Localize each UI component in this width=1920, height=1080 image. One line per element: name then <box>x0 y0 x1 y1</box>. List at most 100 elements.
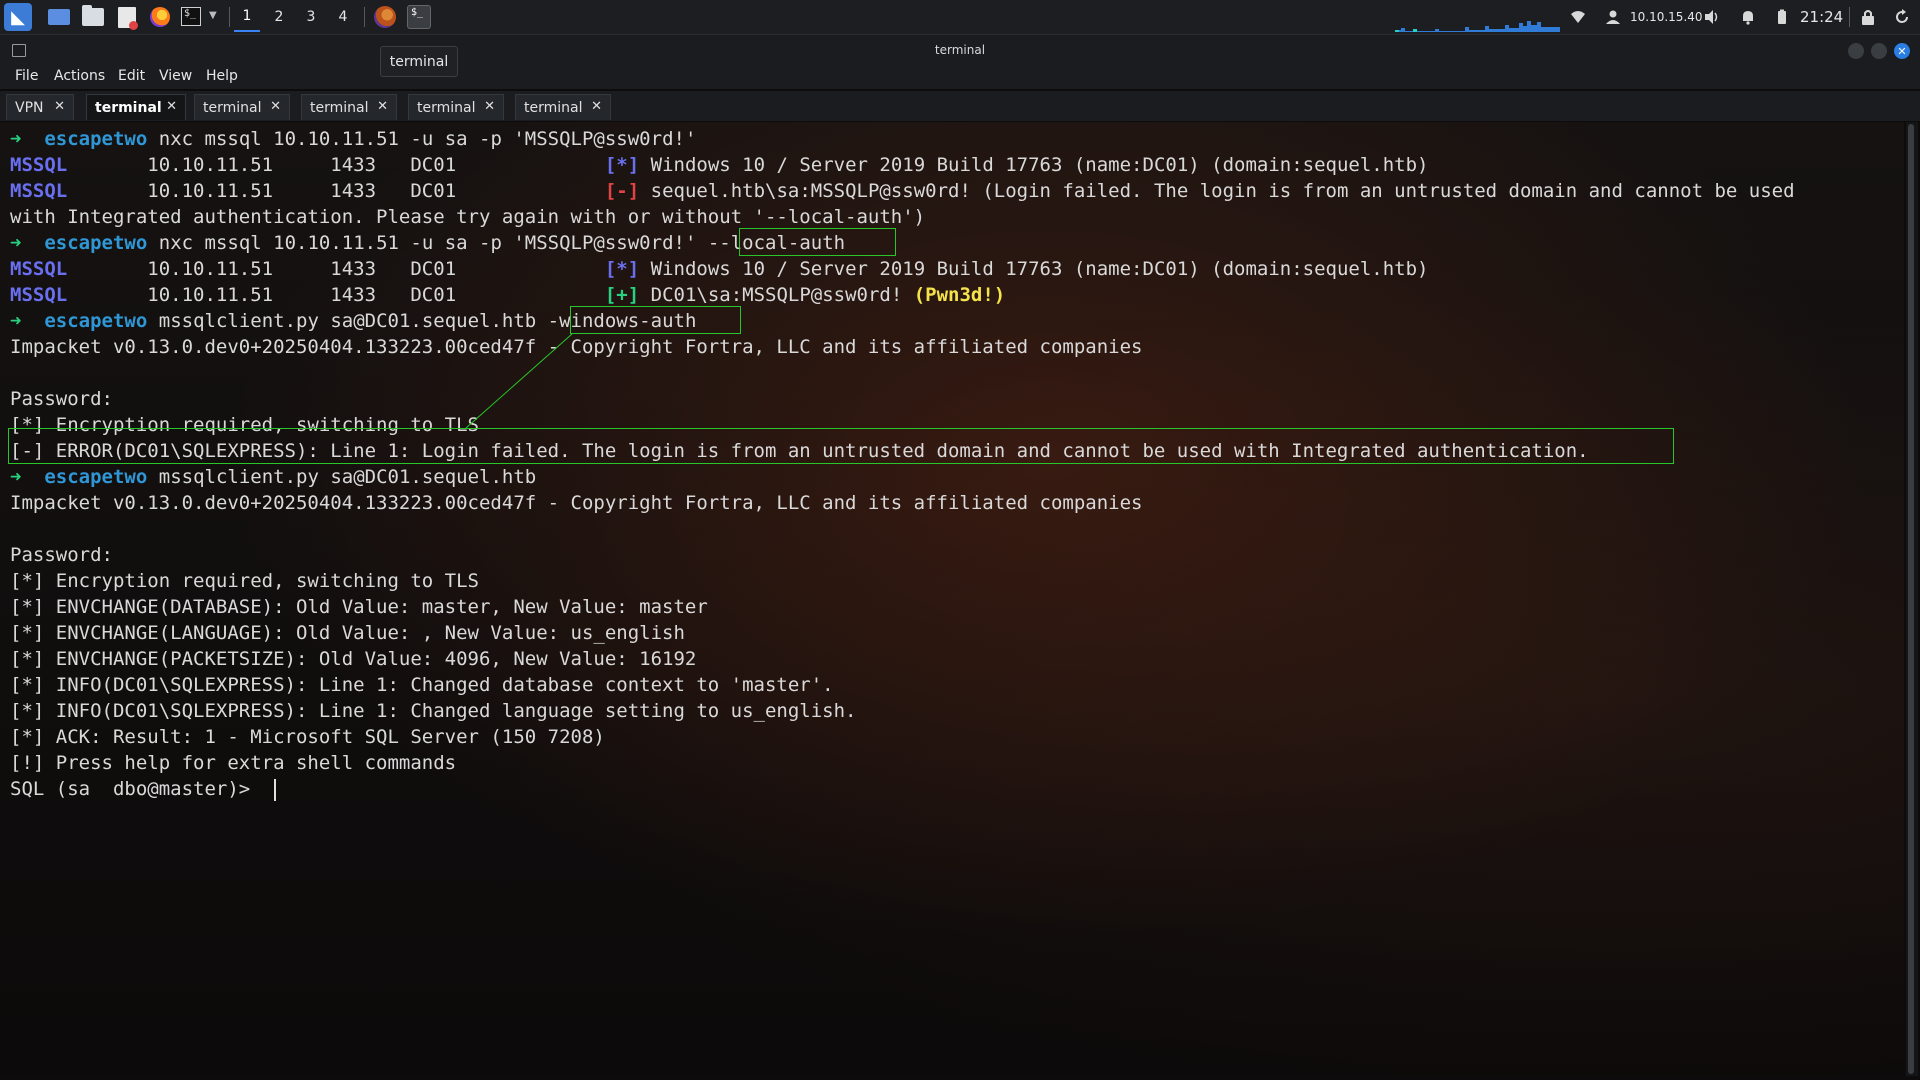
lock-screen-icon[interactable] <box>1860 9 1876 25</box>
output-text: Windows 10 / Server 2019 Build 17763 (na… <box>650 258 1429 280</box>
close-tab-icon[interactable]: ✕ <box>591 99 602 114</box>
terminal-line: MSSQL 10.10.11.51 1433 DC01 [+] DC01\sa:… <box>10 282 1005 308</box>
protocol-label: MSSQL <box>10 258 68 280</box>
kali-menu-icon[interactable]: ◣ <box>4 3 32 31</box>
workspace-1[interactable]: 1 <box>234 2 260 32</box>
terminal-line: Impacket v0.13.0.dev0+20250404.133223.00… <box>10 336 1143 358</box>
chevron-down-icon[interactable]: ▼ <box>209 10 217 21</box>
protocol-label: MSSQL <box>10 180 68 202</box>
taskbar-terminal-icon[interactable]: $_ <box>407 5 431 29</box>
terminal-line: [*] INFO(DC01\SQLEXPRESS): Line 1: Chang… <box>10 700 857 722</box>
terminal-launcher-icon[interactable]: $_ <box>181 7 201 26</box>
close-button[interactable]: ✕ <box>1894 43 1910 59</box>
firefox-icon[interactable] <box>150 7 170 27</box>
status-tag: [*] <box>604 154 640 176</box>
close-tab-icon[interactable]: ✕ <box>484 99 495 114</box>
wifi-icon[interactable] <box>1570 9 1586 25</box>
tab-vpn[interactable]: VPN ✕ <box>6 94 74 120</box>
tab-label: terminal <box>524 99 583 116</box>
text-cursor <box>274 779 276 801</box>
show-desktop-icon[interactable] <box>48 9 70 25</box>
taskbar-firefox-icon[interactable] <box>374 6 396 28</box>
panel-separator <box>364 7 365 27</box>
taskbar-tooltip: terminal <box>380 46 458 77</box>
highlight-error-line <box>8 428 1674 464</box>
tab-terminal-2[interactable]: terminal ✕ <box>194 94 290 120</box>
menu-file[interactable]: File <box>15 68 38 84</box>
battery-icon[interactable] <box>1774 9 1790 25</box>
terminal-line: ➜ escapetwo mssqlclient.py sa@DC01.seque… <box>10 464 536 490</box>
network-graph <box>1395 21 1560 32</box>
terminal-line: ➜ escapetwo nxc mssql 10.10.11.51 -u sa … <box>10 230 845 256</box>
tab-label: terminal <box>417 99 476 116</box>
workspace-2[interactable]: 2 <box>266 2 292 32</box>
panel-separator <box>229 7 230 27</box>
output-text: sequel.htb\sa:MSSQLP@ssw0rd! (Login fail… <box>650 180 1795 202</box>
menu-view[interactable]: View <box>159 68 192 84</box>
prompt-directory: escapetwo <box>44 128 148 150</box>
pwned-badge: (Pwn3d!) <box>913 284 1006 306</box>
prompt-arrow: ➜ <box>10 466 22 488</box>
host-columns: 10.10.11.51 1433 DC01 <box>67 284 605 306</box>
tab-label: terminal <box>203 99 262 116</box>
protocol-label: MSSQL <box>10 154 68 176</box>
host-columns: 10.10.11.51 1433 DC01 <box>67 180 605 202</box>
prompt-directory: escapetwo <box>44 466 148 488</box>
tab-label: terminal <box>95 99 162 116</box>
tab-terminal-4[interactable]: terminal ✕ <box>408 94 504 120</box>
tab-terminal-1[interactable]: terminal ✕ <box>86 94 186 120</box>
status-tag: [*] <box>604 258 640 280</box>
terminal-line: ➜ escapetwo nxc mssql 10.10.11.51 -u sa … <box>10 126 696 152</box>
window-title: terminal <box>934 43 986 57</box>
top-panel: ◣ $_ ▼ 1 2 3 4 $_ 10.10.15.40 21:24 <box>0 0 1920 35</box>
output-text: Windows 10 / Server 2019 Build 17763 (na… <box>650 154 1429 176</box>
panel-clock[interactable]: 21:24 <box>1800 0 1843 34</box>
terminal-line: [*] Encryption required, switching to TL… <box>10 570 479 592</box>
terminal-line: [*] ENVCHANGE(PACKETSIZE): Old Value: 40… <box>10 648 697 670</box>
terminal-line: Password: <box>10 544 113 566</box>
output-text: DC01\sa:MSSQLP@ssw0rd! <box>650 284 914 306</box>
notification-bell-icon[interactable] <box>1740 9 1756 25</box>
ip-address: 10.10.15.40 <box>1630 10 1703 24</box>
tab-terminal-3[interactable]: terminal ✕ <box>301 94 397 120</box>
highlight-local-auth <box>739 228 896 256</box>
workspace-3[interactable]: 3 <box>298 2 324 32</box>
menu-bar <box>0 65 1920 89</box>
terminal-line: with Integrated authentication. Please t… <box>10 206 926 228</box>
panel-separator <box>1849 7 1850 27</box>
command-text: nxc mssql 10.10.11.51 -u sa -p 'MSSQLP@s… <box>158 128 697 150</box>
terminal-line: MSSQL 10.10.11.51 1433 DC01 [*] Windows … <box>10 152 1428 178</box>
command-text: mssqlclient.py sa@DC01.sequel.htb <box>158 466 537 488</box>
terminal-line: MSSQL 10.10.11.51 1433 DC01 [*] Windows … <box>10 256 1428 282</box>
tab-terminal-5[interactable]: terminal ✕ <box>515 94 611 120</box>
power-refresh-icon[interactable] <box>1894 9 1910 25</box>
maximize-button[interactable] <box>1871 43 1887 59</box>
terminal-line: Impacket v0.13.0.dev0+20250404.133223.00… <box>10 492 1143 514</box>
host-columns: 10.10.11.51 1433 DC01 <box>67 154 605 176</box>
menu-help[interactable]: Help <box>206 68 238 84</box>
menu-edit[interactable]: Edit <box>118 68 145 84</box>
text-editor-icon[interactable] <box>118 7 138 30</box>
terminal-line: [*] ENVCHANGE(DATABASE): Old Value: mast… <box>10 596 708 618</box>
prompt-directory: escapetwo <box>44 232 148 254</box>
terminal-line: [*] ENVCHANGE(LANGUAGE): Old Value: , Ne… <box>10 622 685 644</box>
file-manager-icon[interactable] <box>82 5 104 26</box>
scrollbar-thumb[interactable] <box>1908 124 1914 1074</box>
close-tab-icon[interactable]: ✕ <box>377 99 388 114</box>
menu-actions[interactable]: Actions <box>54 68 105 84</box>
sql-prompt[interactable]: SQL (sa dbo@master)> <box>10 776 262 802</box>
close-tab-icon[interactable]: ✕ <box>54 99 65 114</box>
minimize-button[interactable] <box>1848 43 1864 59</box>
tab-label: VPN <box>15 99 44 116</box>
close-tab-icon[interactable]: ✕ <box>270 99 281 114</box>
tab-label: terminal <box>310 99 369 116</box>
terminal-line: [*] INFO(DC01\SQLEXPRESS): Line 1: Chang… <box>10 674 834 696</box>
close-tab-icon[interactable]: ✕ <box>166 99 177 114</box>
protocol-label: MSSQL <box>10 284 68 306</box>
prompt-directory: escapetwo <box>44 310 148 332</box>
status-tag: [+] <box>604 284 640 306</box>
terminal-line: [!] Press help for extra shell commands <box>10 752 457 774</box>
workspace-4[interactable]: 4 <box>330 2 356 32</box>
volume-icon[interactable] <box>1704 9 1720 25</box>
vpn-user-icon[interactable] <box>1605 9 1621 25</box>
